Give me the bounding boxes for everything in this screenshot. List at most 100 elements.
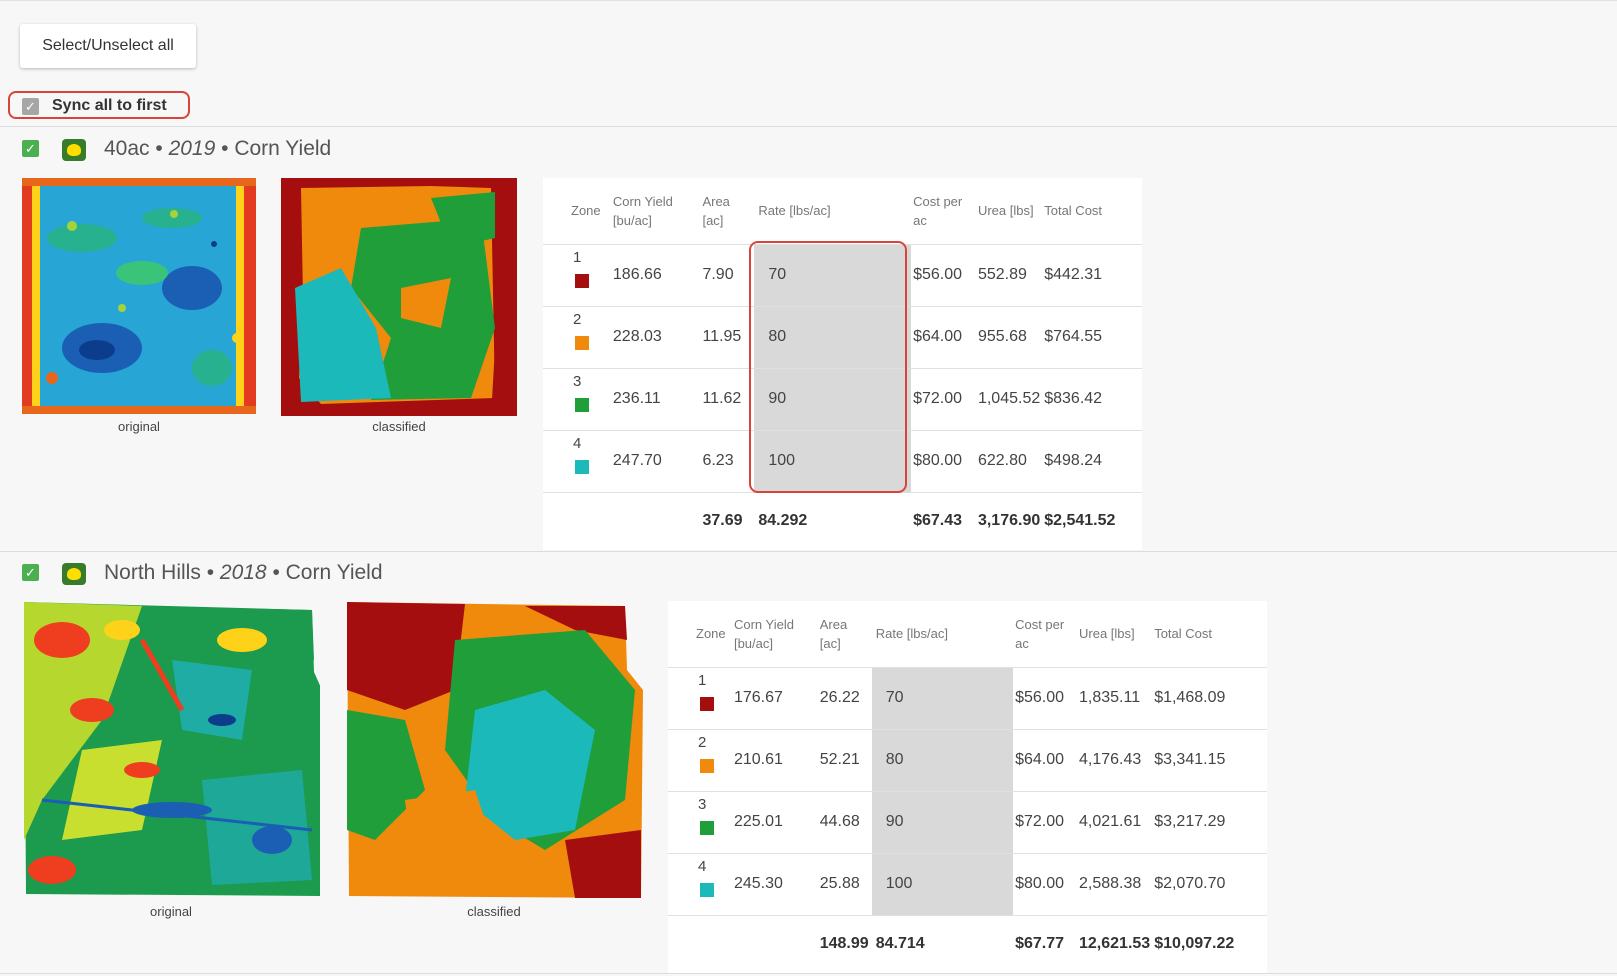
classified-zone-map[interactable] (345, 600, 643, 900)
total-cost-per-ac-cell: $67.77 (1015, 935, 1065, 953)
rate-input[interactable]: 90 (871, 791, 1014, 854)
rate-input[interactable]: 90 (754, 368, 912, 431)
table-row: 4 245.30 25.88 100 $80.00 2,588.38 $2,07… (668, 853, 1267, 916)
total-cost-cell: $3,341.15 (1152, 729, 1267, 792)
urea-cell: 955.68 (975, 306, 1043, 369)
table-row: 1 186.66 7.90 70 $56.00 552.89 $442.31 (543, 244, 1142, 307)
urea-cell: 1,045.52 (975, 368, 1043, 431)
rate-input[interactable]: 100 (871, 853, 1014, 916)
john-deere-icon (62, 139, 86, 161)
cost-per-ac-cell: $64.00 (1013, 729, 1077, 792)
yield-cell: 236.11 (610, 368, 701, 431)
table-header-row: Zone Corn Yield [bu/ac] Area [ac] Rate [… (668, 601, 1267, 668)
col-cost-per-ac: Cost per ac (911, 178, 976, 245)
total-cost-cell: $836.42 (1042, 368, 1142, 431)
col-total-cost: Total Cost (1042, 178, 1142, 245)
classified-caption: classified (467, 904, 521, 919)
area-cell: 11.95 (700, 306, 755, 369)
total-cost-cell: $2,070.70 (1152, 853, 1267, 916)
table-row: 4 247.70 6.23 100 $80.00 622.80 $498.24 (543, 430, 1142, 493)
field-checkbox[interactable]: ✓ (22, 564, 39, 581)
field-title: North Hills • 2018 • Corn Yield (104, 561, 383, 584)
section-divider (0, 126, 1617, 127)
col-corn-yield: Corn Yield [bu/ac] (731, 601, 818, 668)
section-divider (0, 551, 1617, 552)
col-zone: Zone (668, 601, 732, 668)
total-total-cost-cell: $2,541.52 (1044, 512, 1116, 530)
zone-color-swatch (700, 758, 714, 773)
total-cost-cell: $442.31 (1042, 244, 1142, 307)
col-area: Area [ac] (700, 178, 755, 245)
total-urea-cell: 3,176.90 (977, 512, 1041, 530)
sync-all-to-first-control[interactable]: ✓ Sync all to first (8, 91, 190, 119)
col-cost-per-ac: Cost per ac (1013, 601, 1077, 668)
rate-input[interactable]: 100 (754, 430, 912, 493)
total-cost-cell: $764.55 (1042, 306, 1142, 369)
zone-cell: 2 (543, 306, 611, 369)
john-deere-icon (62, 563, 86, 585)
field-title: 40ac • 2019 • Corn Yield (104, 137, 332, 160)
sync-checkbox[interactable]: ✓ (22, 98, 39, 115)
zone-cell: 1 (543, 244, 611, 307)
total-urea-cell: 12,621.53 (1079, 935, 1151, 953)
zone-cell: 3 (668, 791, 732, 854)
table-row: 3 225.01 44.68 90 $72.00 4,021.61 $3,217… (668, 791, 1267, 854)
total-zone-cell (668, 915, 732, 973)
totals-row: 37.69 84.292 $67.43 3,176.90 $2,541.52 (543, 492, 1142, 550)
zone-cell: 4 (668, 853, 732, 916)
col-rate: Rate [lbs/ac] (754, 178, 912, 245)
total-cost-cell: $1,468.09 (1152, 667, 1267, 730)
table-row: 1 176.67 26.22 70 $56.00 1,835.11 $1,468… (668, 667, 1267, 730)
zone-rate-table: Zone Corn Yield [bu/ac] Area [ac] Rate [… (543, 178, 1142, 550)
total-yield-cell (611, 492, 701, 550)
area-cell: 11.62 (700, 368, 755, 431)
field-checkbox[interactable]: ✓ (22, 140, 39, 157)
area-cell: 7.90 (700, 244, 755, 307)
total-total-cost-cell: $10,097.22 (1154, 935, 1235, 953)
total-cost-cell: $3,217.29 (1152, 791, 1267, 854)
cost-per-ac-cell: $56.00 (911, 244, 976, 307)
col-corn-yield: Corn Yield [bu/ac] (610, 178, 701, 245)
cost-per-ac-cell: $80.00 (911, 430, 976, 493)
classified-zone-map[interactable] (281, 178, 517, 416)
urea-cell: 4,176.43 (1077, 729, 1153, 792)
zone-rate-table: Zone Corn Yield [bu/ac] Area [ac] Rate [… (668, 601, 1267, 973)
total-rate-cell: 84.292 (758, 512, 808, 530)
zone-cell: 4 (543, 430, 611, 493)
cost-per-ac-cell: $72.00 (1013, 791, 1077, 854)
area-cell: 52.21 (817, 729, 872, 792)
col-urea: Urea [lbs] (1077, 601, 1153, 668)
col-area: Area [ac] (817, 601, 872, 668)
area-cell: 25.88 (817, 853, 872, 916)
yield-cell: 186.66 (610, 244, 701, 307)
zone-color-swatch (700, 696, 714, 711)
rate-input[interactable]: 70 (754, 244, 912, 307)
rate-input[interactable]: 70 (871, 667, 1014, 730)
original-yield-map[interactable] (22, 178, 256, 414)
total-area-cell: 37.69 (702, 512, 743, 530)
zone-color-swatch (700, 820, 714, 835)
zone-cell: 3 (543, 368, 611, 431)
original-yield-map[interactable] (22, 600, 320, 898)
zone-color-swatch (575, 273, 589, 288)
yield-cell: 176.67 (731, 667, 818, 730)
urea-cell: 622.80 (975, 430, 1043, 493)
total-cost-cell: $498.24 (1042, 430, 1142, 493)
rate-input[interactable]: 80 (871, 729, 1014, 792)
select-unselect-all-button[interactable]: Select/Unselect all (20, 24, 196, 68)
col-zone: Zone (543, 178, 611, 245)
yield-cell: 245.30 (731, 853, 818, 916)
classified-caption: classified (372, 419, 426, 434)
top-divider (0, 0, 1617, 1)
urea-cell: 4,021.61 (1077, 791, 1153, 854)
yield-cell: 228.03 (610, 306, 701, 369)
urea-cell: 552.89 (975, 244, 1043, 307)
yield-cell: 225.01 (731, 791, 818, 854)
zone-color-swatch (575, 459, 589, 474)
yield-cell: 247.70 (610, 430, 701, 493)
total-zone-cell (543, 492, 611, 550)
table-row: 2 228.03 11.95 80 $64.00 955.68 $764.55 (543, 306, 1142, 369)
cost-per-ac-cell: $56.00 (1013, 667, 1077, 730)
zone-color-swatch (575, 335, 589, 350)
rate-input[interactable]: 80 (754, 306, 912, 369)
